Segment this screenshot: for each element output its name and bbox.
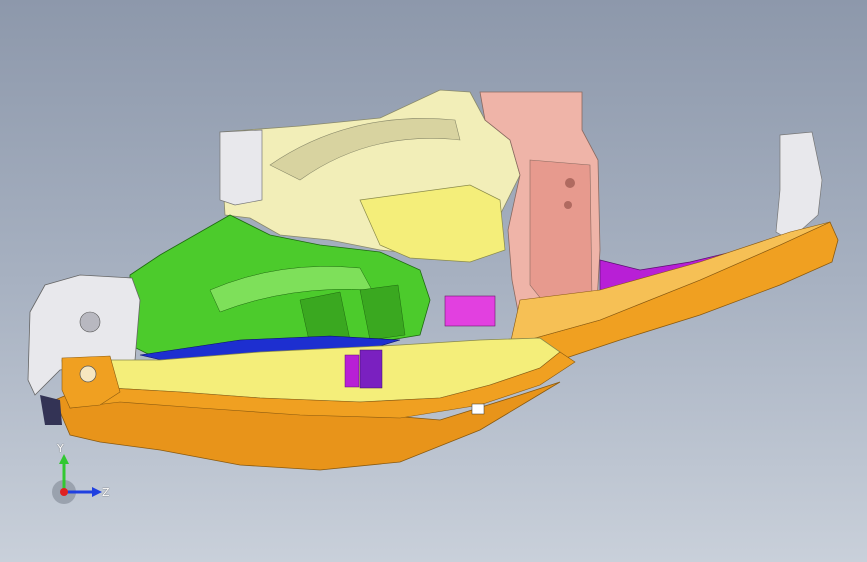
- x-axis-dot: [60, 488, 68, 496]
- purple-sill-clip: [359, 349, 383, 389]
- pink-pillar-inner: [529, 159, 593, 311]
- magenta-block: [444, 295, 496, 327]
- pink-bolt-hole: [565, 178, 575, 188]
- white-top-left-bracket: [219, 129, 263, 206]
- z-axis-arrow: [92, 487, 102, 497]
- z-axis-label: Z: [102, 486, 110, 499]
- pink-bolt-hole-2: [564, 201, 572, 209]
- coordinate-triad: [52, 454, 102, 504]
- cad-viewport[interactable]: Y Z: [0, 0, 867, 562]
- y-axis-arrow: [59, 454, 69, 464]
- y-axis-label: Y: [57, 442, 64, 455]
- sill-tag: [471, 403, 485, 415]
- magenta-sill-clip: [344, 354, 360, 388]
- white-rear-end-bracket: [775, 131, 823, 241]
- sill-bolt-hole: [79, 365, 97, 383]
- white-bracket-hole: [79, 311, 101, 333]
- car-body-assembly-model[interactable]: [0, 0, 867, 562]
